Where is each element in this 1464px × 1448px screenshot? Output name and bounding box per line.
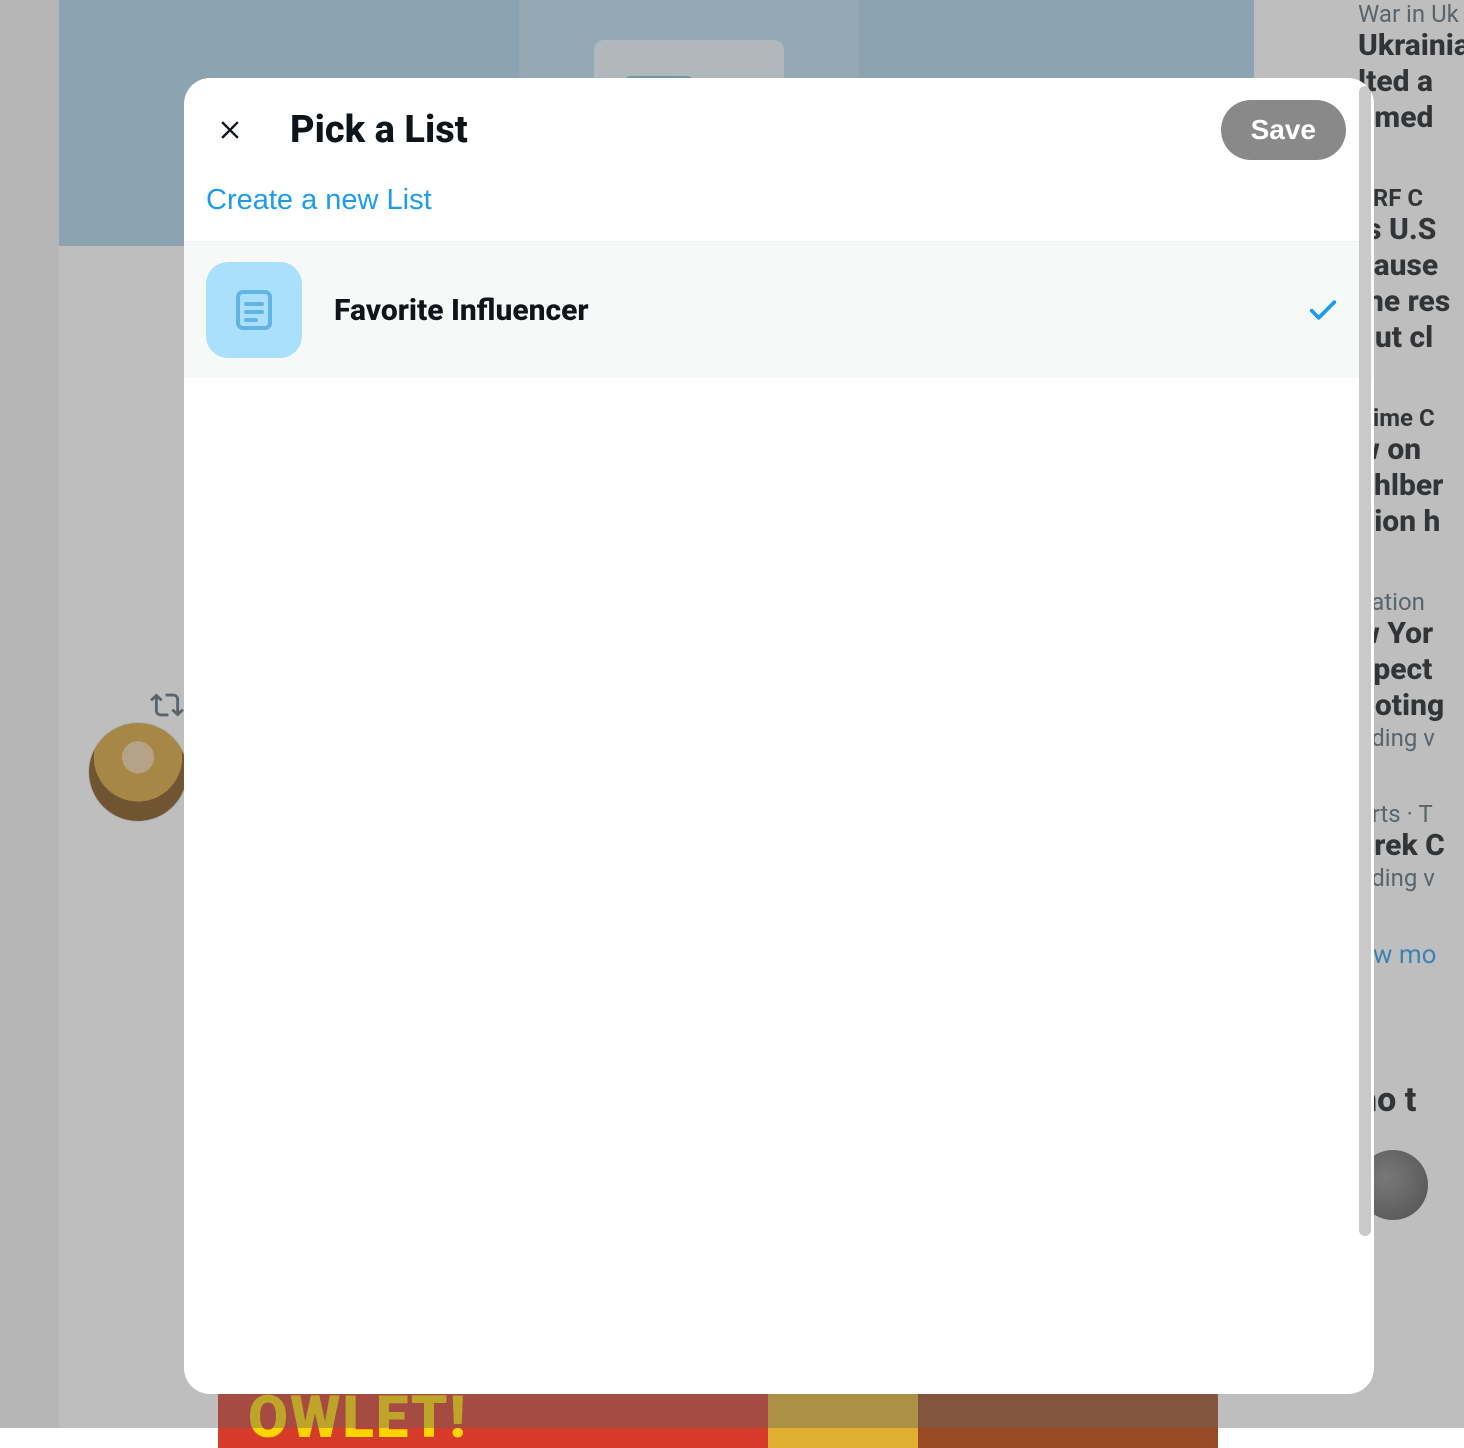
list-document-icon <box>230 286 278 334</box>
pick-list-modal: Pick a List Save Create a new List Favor… <box>184 78 1374 1394</box>
save-button[interactable]: Save <box>1221 100 1346 160</box>
modal-header: Pick a List Save <box>184 78 1374 170</box>
list-row[interactable]: Favorite Influencer <box>184 242 1374 378</box>
modal-scrollbar[interactable] <box>1359 86 1371 1236</box>
create-list-row: Create a new List <box>184 170 1374 241</box>
list-name-label: Favorite Influencer <box>334 293 1274 328</box>
close-button[interactable] <box>206 106 254 154</box>
checkmark-icon <box>1306 293 1340 327</box>
list-container: Favorite Influencer <box>184 241 1374 1394</box>
list-icon <box>206 262 302 358</box>
create-new-list-link[interactable]: Create a new List <box>206 184 432 217</box>
modal-title: Pick a List <box>290 108 1185 152</box>
close-icon <box>216 116 244 144</box>
